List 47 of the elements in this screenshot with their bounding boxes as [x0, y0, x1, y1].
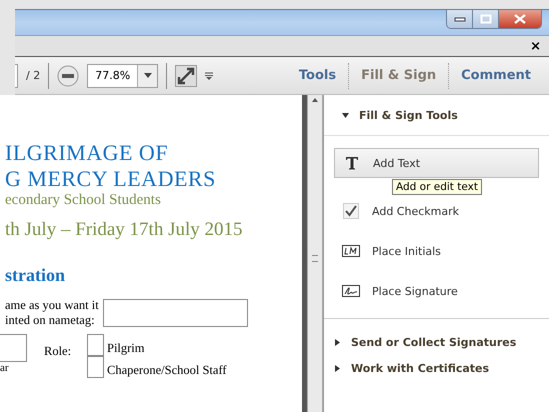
- expand-icon: [334, 364, 341, 372]
- collapse-icon: [342, 112, 349, 118]
- role-label: Role:: [44, 344, 72, 359]
- section-heading: stration: [5, 265, 66, 286]
- tool-item[interactable]: Add Checkmark: [334, 198, 539, 224]
- document-title: ILGRIMAGE OF: [5, 140, 170, 166]
- nametag-field[interactable]: [102, 299, 248, 327]
- year-field[interactable]: [0, 334, 27, 362]
- scroll-up-icon[interactable]: [312, 98, 318, 102]
- menu-icon[interactable]: [205, 72, 214, 80]
- year-label: ar: [0, 362, 10, 374]
- minimize-button[interactable]: [447, 10, 473, 28]
- role-checkbox[interactable]: [87, 334, 104, 356]
- page-count: / 2: [26, 69, 40, 82]
- panel-section-header[interactable]: Work with Certificates: [334, 355, 539, 381]
- checkmark-icon: [343, 203, 359, 219]
- tooltip: Add or edit text: [392, 179, 482, 195]
- role-checkbox[interactable]: [87, 356, 104, 378]
- caret-icon: [144, 73, 152, 78]
- full-screen-icon[interactable]: [175, 64, 198, 86]
- close-icon: [513, 14, 527, 24]
- initials-icon: [342, 245, 360, 257]
- name-label: ame as you want it inted on nametag:: [5, 298, 99, 328]
- panel-section-header[interactable]: Fill & Sign Tools: [324, 95, 549, 136]
- signature-icon: [342, 285, 360, 297]
- close-document-button[interactable]: ×: [530, 40, 541, 52]
- maximize-icon: [480, 14, 492, 24]
- tool-item[interactable]: Place Signature: [334, 278, 539, 304]
- tool-item[interactable]: Add Text: [334, 148, 539, 178]
- panel-section-header[interactable]: Send or Collect Signatures: [334, 329, 539, 355]
- toolbar-tab[interactable]: Comment: [457, 68, 535, 83]
- close-button[interactable]: [499, 10, 541, 28]
- text-icon: [345, 156, 359, 170]
- minimize-icon: [454, 16, 466, 22]
- role-option: Pilgrim: [107, 341, 145, 356]
- maximize-button[interactable]: [473, 10, 499, 28]
- scrollbar[interactable]: [307, 95, 323, 412]
- zoom-field[interactable]: 77.8%: [87, 64, 158, 88]
- event-dates: th July – Friday 17th July 2015: [5, 219, 244, 241]
- expand-icon: [334, 338, 341, 346]
- role-option: Chaperone/School Staff: [107, 363, 227, 378]
- page-number-field[interactable]: [15, 64, 18, 88]
- document-subtitle: econdary School Students: [5, 192, 162, 209]
- zoom-out-icon[interactable]: [57, 64, 80, 86]
- document-title: G MERCY LEADERS: [5, 166, 217, 192]
- tool-item[interactable]: Place Initials: [334, 238, 539, 264]
- toolbar-tab[interactable]: Tools: [294, 68, 340, 83]
